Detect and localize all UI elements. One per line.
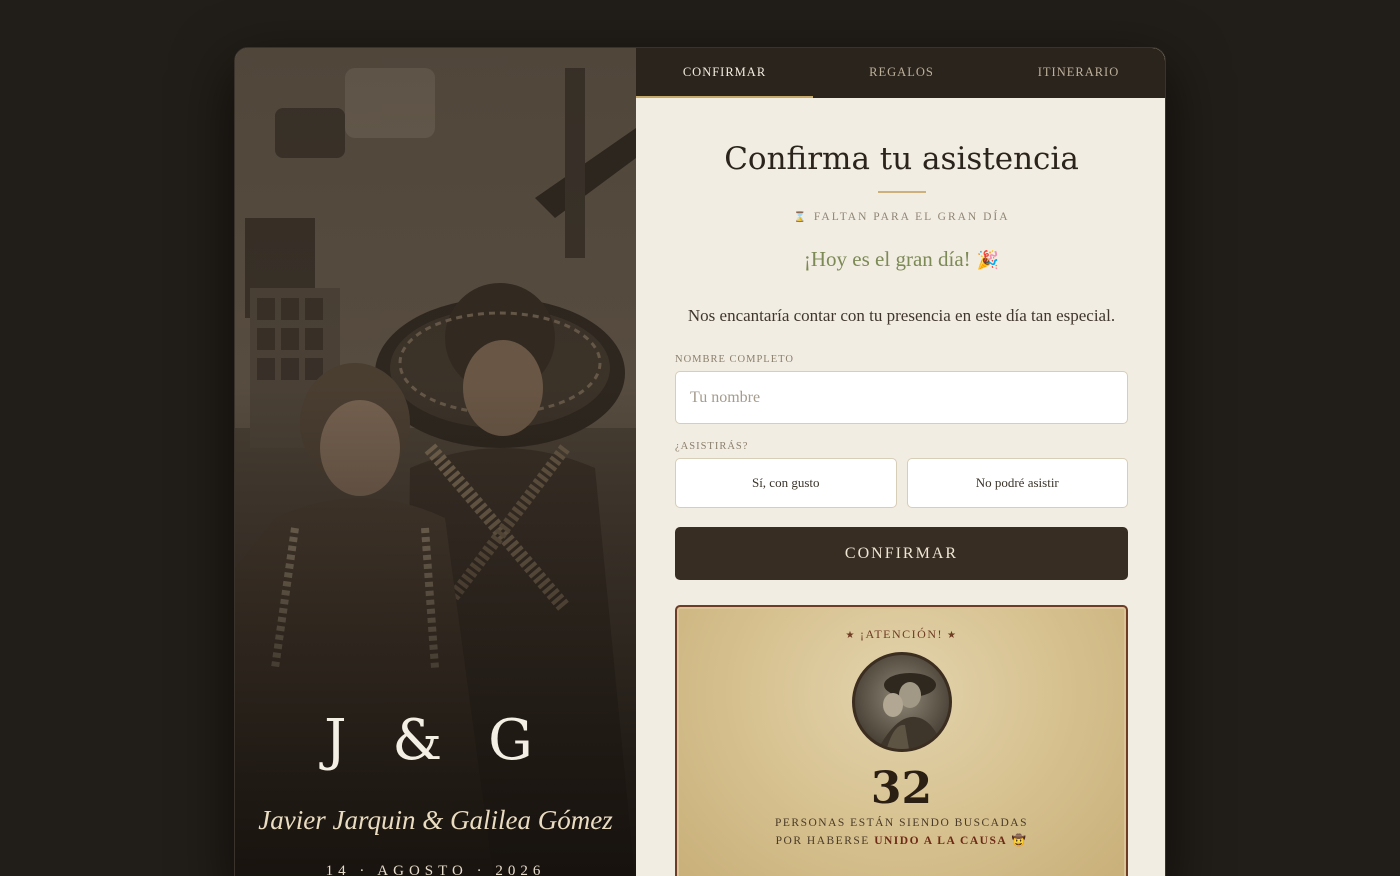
couple-names: Javier Jarquin & Galilea Gómez (258, 805, 613, 835)
attend-no-button[interactable]: No podré asistir (906, 458, 1128, 508)
tab-bar: CONFIRMAR REGALOS ITINERARIO (636, 48, 1165, 98)
party-popper-icon: 🎉 (976, 250, 1000, 270)
page-title: Confirma tu asistencia (724, 141, 1079, 177)
rsvp-content: Confirma tu asistencia ⌛ FALTAN PARA EL G… (636, 141, 1165, 876)
star-icon: ★ (947, 630, 958, 641)
tab-regalos[interactable]: REGALOS (813, 48, 990, 98)
confirm-button[interactable]: CONFIRMAR (675, 527, 1128, 580)
notice-portrait-image (877, 673, 943, 749)
hourglass-icon: ⌛ (793, 212, 808, 223)
wanted-notice: ★ ¡ATENCIÓN! ★ 32 PERSONAS ESTÁN SIENDO BU… (675, 605, 1128, 876)
countdown-label-text: FALTAN PARA EL GRAN DÍA (813, 211, 1010, 223)
notice-portrait (851, 652, 952, 752)
notice-line-2: POR HABERSE UNIDO A LA CAUSA 🤠 (677, 832, 1126, 850)
couple-photo-panel: J & G Javier Jarquin & Galilea Gómez 14 … (235, 48, 636, 876)
attend-yes-button[interactable]: Sí, con gusto (675, 458, 897, 508)
cause-text: UNIDO A LA CAUSA (874, 835, 1008, 847)
wanted-count: 32 (870, 763, 933, 814)
notice-title-text: ¡ATENCIÓN! (860, 627, 943, 641)
countdown-label: ⌛ FALTAN PARA EL GRAN DÍA (675, 211, 1128, 223)
invitation-card: J & G Javier Jarquin & Galilea Gómez 14 … (234, 47, 1166, 876)
intro-text: Nos encantaría contar con tu presencia e… (687, 306, 1116, 325)
notice-line-2-prefix: POR HABERSE (775, 835, 870, 847)
star-icon: ★ (845, 630, 856, 641)
big-day-message: ¡Hoy es el gran día! 🎉 (675, 247, 1128, 272)
notice-title: ★ ¡ATENCIÓN! ★ (677, 627, 1126, 642)
tab-confirmar[interactable]: CONFIRMAR (636, 48, 813, 98)
name-input[interactable] (675, 371, 1128, 424)
tab-itinerario[interactable]: ITINERARIO (990, 48, 1165, 98)
couple-monogram: J & G (324, 708, 547, 773)
attend-choices: Sí, con gusto No podré asistir (675, 458, 1128, 508)
wedding-date: 14 · AGOSTO · 2026 (325, 863, 546, 876)
notice-line-1: PERSONAS ESTÁN SIENDO BUSCADAS (775, 817, 1028, 829)
cowboy-icon: 🤠 (1011, 835, 1028, 847)
big-day-text: ¡Hoy es el gran día! (803, 247, 971, 271)
attend-field-label: ¿ASISTIRÁS? (675, 441, 749, 452)
title-divider (877, 191, 926, 193)
rsvp-panel: CONFIRMAR REGALOS ITINERARIO Confirma tu… (636, 48, 1165, 876)
name-field-label: NOMBRE COMPLETO (675, 354, 794, 365)
